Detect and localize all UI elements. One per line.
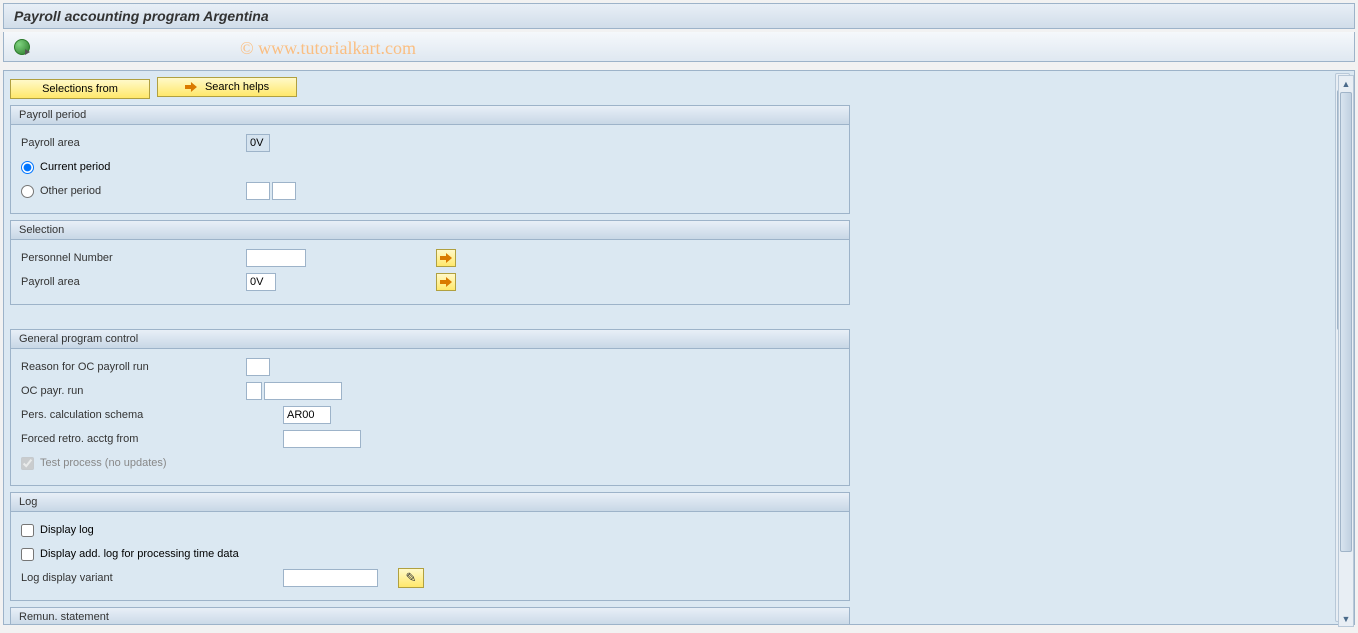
label-payroll-area: Payroll area	[21, 137, 246, 149]
radio-other-period-input[interactable]	[21, 185, 34, 198]
selections-from-label: Selections from	[42, 83, 118, 95]
label-oc-payr-run: OC payr. run	[21, 385, 246, 397]
pers-calc-schema-input[interactable]	[283, 406, 331, 424]
group-header-remun: Remun. statement	[11, 608, 849, 625]
reason-oc-input[interactable]	[246, 358, 270, 376]
group-payroll-period: Payroll period Payroll area 0V Current p…	[10, 105, 850, 214]
content-area: Selections from Search helps Payroll per…	[3, 70, 1355, 625]
group-general-program-control: General program control Reason for OC pa…	[10, 329, 850, 486]
page-title: Payroll accounting program Argentina	[3, 3, 1355, 29]
checkbox-test-process: Test process (no updates)	[21, 457, 167, 470]
group-header-log: Log	[11, 493, 849, 512]
personnel-number-input[interactable]	[246, 249, 306, 267]
group-log: Log Display log Display add. log for pro…	[10, 492, 850, 601]
checkbox-test-process-label: Test process (no updates)	[40, 457, 167, 469]
toolbar-buttons-row: Selections from Search helps	[10, 77, 850, 99]
checkbox-test-process-input	[21, 457, 34, 470]
radio-current-period[interactable]: Current period	[21, 161, 110, 174]
group-header-gpc: General program control	[11, 330, 849, 349]
label-pers-calc-schema: Pers. calculation schema	[21, 409, 283, 421]
group-remun-statement: Remun. statement Remun. statem. display …	[10, 607, 850, 625]
group-selection: Selection Personnel Number Payroll area	[10, 220, 850, 305]
payroll-area-sel-input[interactable]	[246, 273, 276, 291]
log-variant-edit-button[interactable]: ✎	[398, 568, 424, 588]
pencil-icon: ✎	[406, 570, 417, 586]
search-helps-button[interactable]: Search helps	[157, 77, 297, 97]
checkbox-display-log-input[interactable]	[21, 524, 34, 537]
radio-current-period-label: Current period	[40, 161, 110, 173]
payroll-area-more-button[interactable]	[436, 273, 456, 291]
radio-other-period-label: Other period	[40, 185, 101, 197]
scroll-down-icon[interactable]: ▼	[1339, 611, 1353, 626]
arrow-right-icon	[440, 253, 452, 263]
oc-payr-run-input-1[interactable]	[246, 382, 262, 400]
checkbox-display-add-log[interactable]: Display add. log for processing time dat…	[21, 548, 239, 561]
label-personnel-number: Personnel Number	[21, 252, 246, 264]
forced-retro-input[interactable]	[283, 430, 361, 448]
label-log-display-variant: Log display variant	[21, 572, 283, 584]
arrow-right-icon	[185, 82, 197, 92]
group-header-payroll-period: Payroll period	[11, 106, 849, 125]
scroll-up-icon[interactable]: ▲	[1339, 76, 1353, 91]
group-header-selection: Selection	[11, 221, 849, 240]
label-reason-oc: Reason for OC payroll run	[21, 361, 246, 373]
arrow-right-icon	[440, 277, 452, 287]
value-payroll-area[interactable]: 0V	[246, 134, 270, 152]
log-display-variant-input[interactable]	[283, 569, 378, 587]
radio-current-period-input[interactable]	[21, 161, 34, 174]
page-title-text: Payroll accounting program Argentina	[14, 8, 269, 24]
execute-icon[interactable]	[14, 39, 30, 55]
checkbox-display-log-label: Display log	[40, 524, 94, 536]
other-period-input-2[interactable]	[272, 182, 296, 200]
outer-scrollbar[interactable]: ▲ ▼	[1338, 75, 1354, 627]
search-helps-label: Search helps	[205, 81, 269, 93]
checkbox-display-add-log-input[interactable]	[21, 548, 34, 561]
radio-other-period[interactable]: Other period	[21, 185, 246, 198]
application-toolbar	[3, 32, 1355, 62]
scroll-thumb[interactable]	[1340, 92, 1352, 552]
oc-payr-run-input-2[interactable]	[264, 382, 342, 400]
selections-from-button[interactable]: Selections from	[10, 79, 150, 99]
label-forced-retro: Forced retro. acctg from	[21, 433, 283, 445]
other-period-input-1[interactable]	[246, 182, 270, 200]
label-payroll-area-sel: Payroll area	[21, 276, 246, 288]
checkbox-display-log[interactable]: Display log	[21, 524, 94, 537]
checkbox-display-add-log-label: Display add. log for processing time dat…	[40, 548, 239, 560]
personnel-number-more-button[interactable]	[436, 249, 456, 267]
